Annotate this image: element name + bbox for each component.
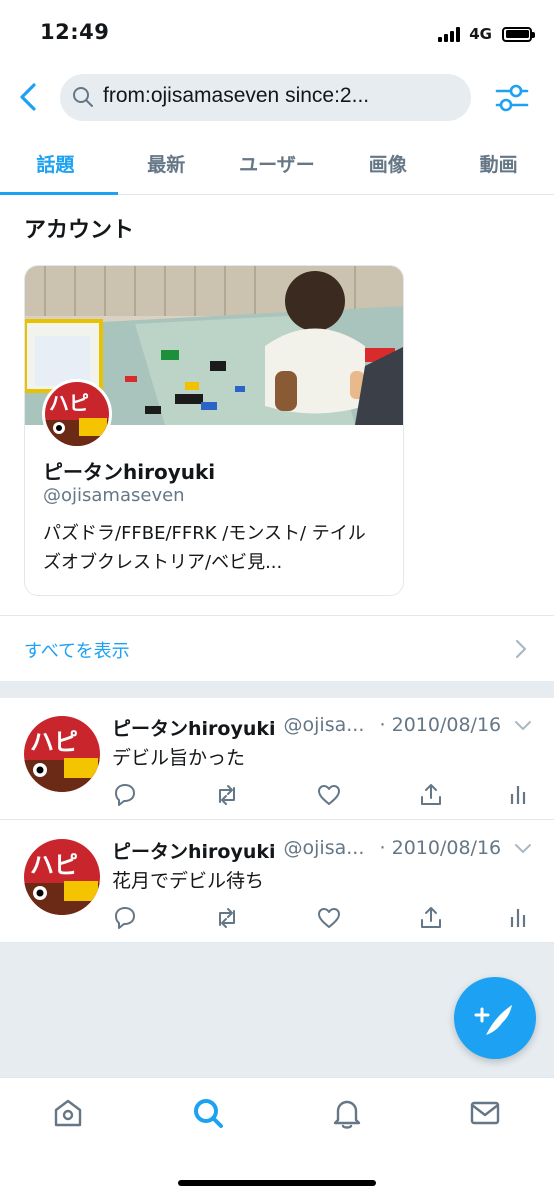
heart-icon[interactable] bbox=[316, 905, 342, 931]
analytics-icon[interactable] bbox=[506, 905, 532, 931]
tab-top[interactable]: 話題 bbox=[0, 136, 118, 195]
compose-tweet-icon bbox=[474, 1005, 512, 1035]
tweet-text: 花月でデビル待ち bbox=[112, 870, 265, 892]
reply-icon[interactable] bbox=[112, 782, 138, 808]
tweet-header: ピータンhiroyuki @ojisa... · 2010/08/16 bbox=[112, 837, 502, 864]
share-icon[interactable] bbox=[418, 782, 444, 808]
status-bar: 12:49 4G bbox=[0, 0, 554, 62]
tweet-avatar[interactable]: ハピ bbox=[24, 839, 100, 915]
svg-text:ハピ: ハピ bbox=[30, 728, 78, 756]
search-icon bbox=[73, 87, 93, 107]
tweet-text: デビル旨かった bbox=[112, 747, 246, 769]
card-avatar[interactable]: ハピ bbox=[42, 379, 112, 449]
tab-photos[interactable]: 画像 bbox=[332, 136, 443, 194]
back-button[interactable] bbox=[14, 80, 44, 114]
search-header: from:ojisamaseven since:2... bbox=[0, 66, 554, 130]
tweet-header: ピータンhiroyuki @ojisa... · 2010/08/16 bbox=[112, 714, 502, 741]
search-filter-button[interactable] bbox=[494, 80, 530, 116]
reply-icon[interactable] bbox=[112, 905, 138, 931]
tweet-date: · 2010/08/16 bbox=[379, 837, 502, 859]
tweet-date: · 2010/08/16 bbox=[379, 714, 502, 736]
tweet-actions bbox=[112, 905, 532, 931]
signal-icon bbox=[438, 26, 461, 42]
compose-tweet-button[interactable] bbox=[454, 977, 536, 1059]
tweet-author-name[interactable]: ピータンhiroyuki bbox=[112, 837, 276, 864]
section-divider bbox=[0, 681, 554, 698]
sliders-icon bbox=[495, 84, 529, 112]
status-time: 12:49 bbox=[40, 20, 110, 44]
tab-videos[interactable]: 動画 bbox=[443, 136, 554, 194]
tweet-item[interactable]: ハピ ピータンhiroyuki @ojisa... · 2010/08/16 花… bbox=[0, 821, 554, 943]
home-icon[interactable] bbox=[51, 1096, 85, 1130]
search-query-text: from:ojisamaseven since:2... bbox=[103, 84, 370, 107]
chevron-down-icon[interactable] bbox=[514, 720, 532, 732]
battery-icon bbox=[502, 26, 535, 42]
heart-icon[interactable] bbox=[316, 782, 342, 808]
svg-text:ハピ: ハピ bbox=[49, 391, 89, 415]
show-all-link[interactable]: すべてを表示 bbox=[24, 637, 130, 663]
retweet-icon[interactable] bbox=[214, 905, 240, 931]
show-all-accounts-row[interactable]: すべてを表示 bbox=[0, 615, 554, 681]
card-handle: @ojisamaseven bbox=[43, 485, 185, 506]
chevron-down-icon[interactable] bbox=[514, 843, 532, 855]
card-bio: パズドラ/FFBE/FFRK /モンスト/ テイルズオブクレストリア/ベビ見..… bbox=[43, 523, 366, 573]
retweet-icon[interactable] bbox=[214, 782, 240, 808]
tab-people[interactable]: ユーザー bbox=[222, 136, 333, 194]
network-type: 4G bbox=[469, 25, 492, 43]
tweet-avatar[interactable]: ハピ bbox=[24, 716, 100, 792]
account-card[interactable]: ハピ ピータンhiroyuki @ojisamaseven パズドラ/FFBE/… bbox=[24, 265, 404, 596]
tweet-actions bbox=[112, 782, 532, 808]
home-indicator bbox=[178, 1180, 376, 1186]
accounts-section-title: アカウント bbox=[24, 218, 135, 243]
tweet-author-handle: @ojisa... bbox=[283, 714, 365, 736]
messages-icon[interactable] bbox=[468, 1096, 502, 1130]
share-icon[interactable] bbox=[418, 905, 444, 931]
chevron-left-icon bbox=[20, 83, 36, 111]
explore-icon[interactable] bbox=[191, 1096, 225, 1130]
tweet-author-name[interactable]: ピータンhiroyuki bbox=[112, 714, 276, 741]
notifications-icon[interactable] bbox=[330, 1096, 364, 1130]
tweet-item[interactable]: ハピ ピータンhiroyuki @ojisa... · 2010/08/16 デ… bbox=[0, 698, 554, 820]
chevron-right-icon bbox=[515, 639, 527, 659]
tab-latest[interactable]: 最新 bbox=[111, 136, 222, 194]
analytics-icon[interactable] bbox=[506, 782, 532, 808]
search-input[interactable]: from:ojisamaseven since:2... bbox=[60, 74, 471, 121]
card-display-name: ピータンhiroyuki bbox=[43, 460, 216, 484]
svg-text:ハピ: ハピ bbox=[30, 851, 78, 879]
status-indicators: 4G bbox=[438, 24, 535, 44]
tweet-author-handle: @ojisa... bbox=[283, 837, 365, 859]
search-tabs: 話題 最新 ユーザー 画像 動画 bbox=[0, 136, 554, 195]
